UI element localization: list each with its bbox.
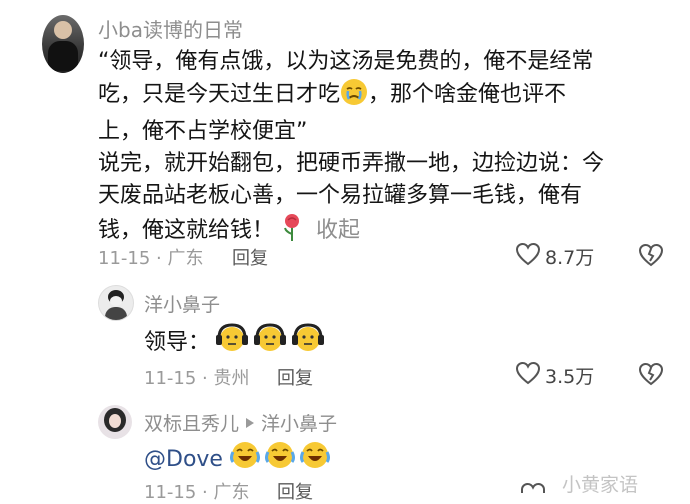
comment-line: 上，俺不占学校便宜” [98, 119, 308, 144]
like-button[interactable]: 8.7万 [515, 242, 595, 270]
reply-author[interactable]: 双标且秀儿 [144, 409, 239, 436]
comment-body: 领导： [144, 322, 326, 364]
headphone-face-emoji [290, 322, 326, 364]
like-button[interactable]: 3.5万 [515, 361, 595, 389]
heart-icon [515, 361, 541, 389]
reply-arrow-icon [245, 412, 255, 434]
dislike-button[interactable] [638, 362, 664, 390]
like-button[interactable] [520, 478, 546, 497]
like-count: 3.5万 [545, 365, 595, 388]
comment-username[interactable]: 小ba读博的日常 [98, 14, 243, 43]
mention-link[interactable]: @Dove [144, 444, 223, 476]
broken-heart-icon [638, 243, 664, 271]
reply-button[interactable]: 回复 [277, 478, 313, 504]
avatar[interactable] [42, 15, 84, 73]
comment-line: 吃，只是今天过生日才吃 ，那个啥金俺也评不 [98, 78, 678, 116]
comment-username: 双标且秀儿 洋小鼻子 [144, 409, 337, 436]
headphone-face-emoji [214, 322, 250, 364]
tears-of-joy-emoji [229, 440, 261, 480]
headphone-face-emoji [252, 322, 288, 364]
collapse-button[interactable]: 收起 [316, 218, 360, 243]
reply-target[interactable]: 洋小鼻子 [261, 409, 337, 436]
tears-of-joy-emoji [299, 440, 331, 480]
comment-username[interactable]: 洋小鼻子 [144, 290, 220, 317]
rose-emoji [281, 212, 303, 252]
tears-of-joy-emoji [264, 440, 296, 480]
watermark: 小黄家语 [562, 474, 639, 496]
dislike-button[interactable] [638, 243, 664, 271]
like-count: 8.7万 [545, 246, 595, 269]
comment-date-location: 11-15 · 广东 [144, 482, 250, 503]
comment-body: @Dove [144, 440, 331, 480]
heart-icon [515, 242, 541, 270]
heart-icon [520, 478, 546, 497]
avatar[interactable] [98, 405, 132, 439]
broken-heart-icon [638, 362, 664, 390]
comment-body: “领导，俺有点饿，以为这汤是免费的，俺不是经常 吃，只是今天过生日才吃 ，那个啥… [98, 46, 678, 252]
reply-button[interactable]: 回复 [277, 364, 313, 390]
avatar[interactable] [98, 285, 134, 321]
reply-button[interactable]: 回复 [232, 244, 268, 270]
comment-line: 说完，就开始翻包，把硬币弄撒一地，边捡边说：今 [98, 151, 605, 176]
comment-line: 天废品站老板心善，一个易拉罐多算一毛钱，俺有 [98, 183, 583, 208]
crying-face-emoji [340, 78, 368, 116]
comment-line: “领导，俺有点饿，以为这汤是免费的，俺不是经常 [98, 49, 594, 74]
comment-date-location: 11-15 · 广东 [98, 248, 204, 269]
comment-date-location: 11-15 · 贵州 [144, 368, 250, 389]
